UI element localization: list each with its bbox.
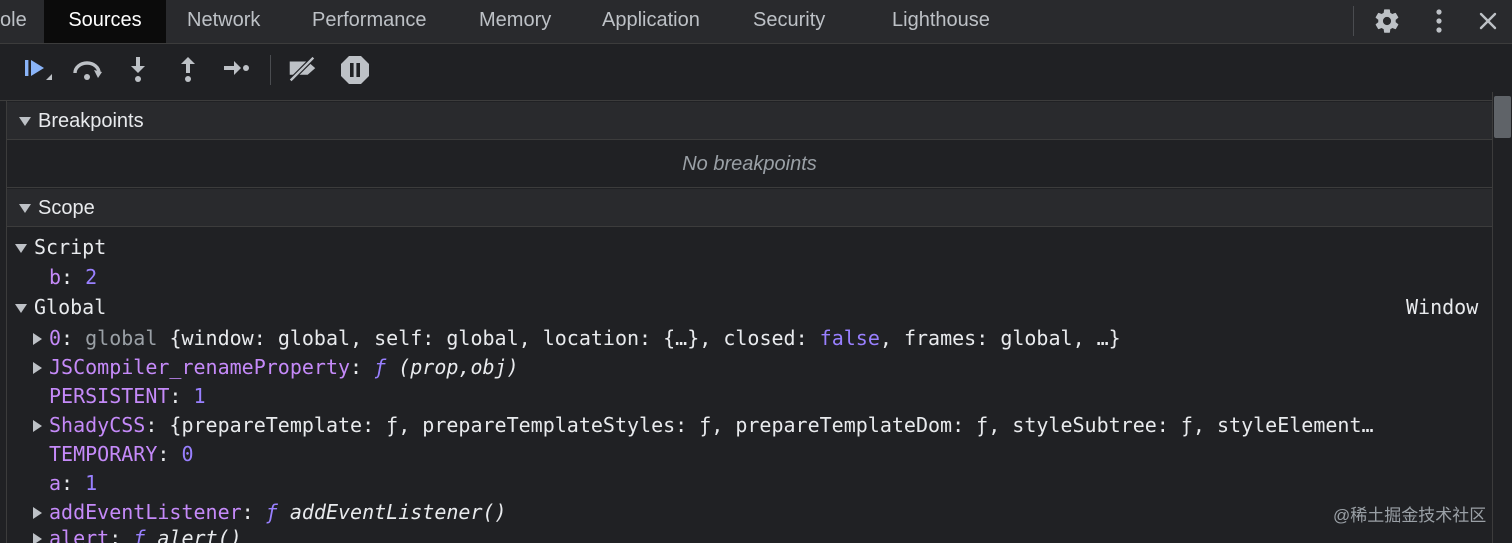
- tab-console[interactable]: ole: [0, 0, 44, 43]
- tab-performance[interactable]: Performance: [312, 0, 427, 43]
- property-value: 0: [181, 442, 194, 466]
- property-name: JSCompiler_renameProperty: [49, 355, 351, 379]
- function-marker: ƒ: [265, 500, 278, 524]
- object-preview: global: [277, 326, 351, 350]
- property-name: a: [49, 471, 62, 495]
- no-breakpoints-message: No breakpoints: [7, 140, 1492, 188]
- scope-section-header[interactable]: Scope: [7, 189, 1492, 227]
- expand-triangle-icon: [15, 304, 27, 313]
- collapse-triangle-icon: [19, 204, 31, 213]
- panel-tab-bar: ole Sources Network Performance Memory A…: [0, 0, 1512, 44]
- tab-lighthouse[interactable]: Lighthouse: [892, 0, 990, 43]
- scope-label-script: Script: [34, 235, 107, 259]
- collapse-triangle-icon: [19, 117, 31, 126]
- close-icon[interactable]: [1471, 4, 1505, 38]
- settings-gear-icon[interactable]: [1370, 4, 1404, 38]
- scope-label-global: Global: [34, 295, 107, 319]
- breakpoints-title: Breakpoints: [38, 110, 144, 132]
- object-preview: {prepareTemplate: ƒ, prepareTemplateStyl…: [169, 413, 1374, 437]
- property-name: alert: [49, 526, 110, 543]
- tabbar-divider: [1353, 6, 1354, 36]
- tab-network[interactable]: Network: [187, 0, 260, 43]
- function-marker: ƒ: [374, 355, 387, 379]
- tab-security[interactable]: Security: [753, 0, 825, 43]
- resume-icon[interactable]: [20, 53, 54, 87]
- step-into-icon[interactable]: [121, 53, 155, 87]
- vertical-scrollbar[interactable]: [1492, 92, 1512, 543]
- object-preview: , frames:: [879, 326, 1001, 350]
- step-out-icon[interactable]: [171, 53, 205, 87]
- property-name: PERSISTENT: [49, 384, 170, 408]
- pause-on-exceptions-icon[interactable]: [338, 53, 372, 87]
- global-type-label: Window: [1406, 295, 1479, 319]
- object-preview: , self:: [350, 326, 447, 350]
- tab-sources[interactable]: Sources: [44, 0, 166, 43]
- tab-memory[interactable]: Memory: [479, 0, 551, 43]
- property-value: 2: [85, 265, 98, 289]
- object-preview: , location: {…}, closed:: [518, 326, 820, 350]
- property-name: addEventListener: [49, 500, 242, 524]
- object-class: global: [85, 326, 158, 350]
- function-signature: addEventListener(): [289, 500, 507, 524]
- function-signature: (prop,obj): [398, 355, 519, 379]
- property-name: b: [49, 265, 62, 289]
- more-options-icon[interactable]: [1422, 4, 1456, 38]
- watermark-text: @稀土掘金技术社区: [1333, 506, 1487, 525]
- property-name: ShadyCSS: [49, 413, 146, 437]
- step-icon[interactable]: [220, 53, 254, 87]
- object-preview: global: [446, 326, 519, 350]
- debugger-toolbar: [0, 45, 1512, 101]
- expand-arrow-icon: [33, 420, 42, 432]
- expand-triangle-icon: [15, 244, 27, 253]
- expand-arrow-icon: [33, 507, 42, 519]
- property-value: 1: [193, 384, 206, 408]
- function-marker: ƒ: [133, 526, 146, 543]
- step-over-icon[interactable]: [71, 53, 105, 87]
- expand-arrow-icon: [33, 533, 42, 543]
- property-value: 1: [85, 471, 98, 495]
- deactivate-breakpoints-icon[interactable]: [285, 53, 319, 87]
- property-name: 0: [49, 326, 62, 350]
- object-preview: {window:: [169, 326, 278, 350]
- property-name: TEMPORARY: [49, 442, 158, 466]
- toolbar-divider: [270, 55, 271, 85]
- scrollbar-thumb[interactable]: [1494, 96, 1511, 138]
- tab-application[interactable]: Application: [602, 0, 700, 43]
- scope-title: Scope: [38, 197, 95, 219]
- expand-arrow-icon: [33, 333, 42, 345]
- function-signature: alert(): [157, 526, 242, 543]
- object-preview: , …}: [1072, 326, 1121, 350]
- breakpoints-section-header[interactable]: Breakpoints: [7, 102, 1492, 140]
- object-preview: global: [1000, 326, 1073, 350]
- boolean-value: false: [819, 326, 880, 350]
- expand-arrow-icon: [33, 362, 42, 374]
